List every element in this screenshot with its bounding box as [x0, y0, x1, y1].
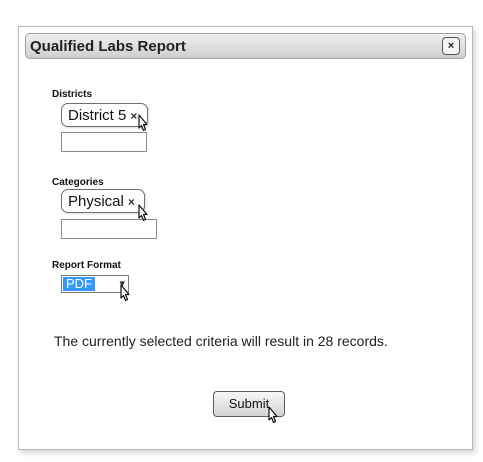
dialog-title: Qualified Labs Report [30, 38, 186, 55]
mouse-pointer-icon [268, 406, 278, 424]
qualified-labs-report-dialog: Qualified Labs Report × Districts Distri… [18, 26, 473, 450]
close-icon: × [447, 40, 455, 52]
districts-chip-label: District 5 [68, 107, 127, 124]
mouse-pointer-icon [138, 114, 148, 132]
mouse-pointer-icon [120, 284, 130, 302]
dialog-titlebar: Qualified Labs Report × [25, 33, 466, 59]
report-format-value: PDF [63, 277, 95, 291]
districts-label: Districts [52, 89, 93, 100]
report-format-label: Report Format [52, 260, 121, 271]
categories-chip-label: Physical [68, 193, 124, 210]
mouse-pointer-icon [138, 204, 148, 222]
record-count-message: The currently selected criteria will res… [54, 333, 388, 349]
close-button[interactable]: × [442, 37, 460, 55]
categories-label: Categories [52, 177, 104, 188]
